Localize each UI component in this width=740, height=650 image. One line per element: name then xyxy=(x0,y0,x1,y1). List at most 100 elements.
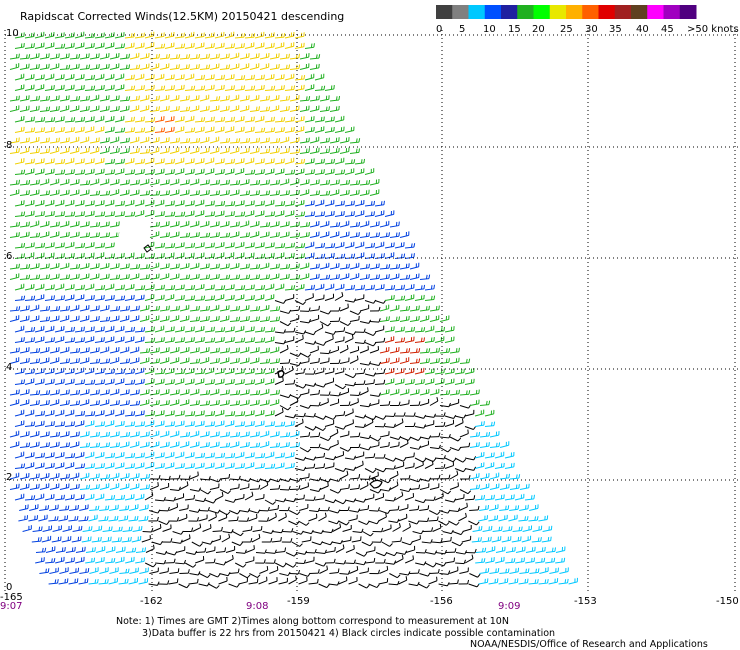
wind-barb xyxy=(294,253,305,259)
wind-barb xyxy=(149,347,160,354)
wind-barb xyxy=(341,536,352,543)
wind-barb xyxy=(19,190,30,196)
wind-barb xyxy=(134,158,145,165)
wind-barb xyxy=(9,53,20,60)
wind-barb xyxy=(29,400,40,406)
wind-barb xyxy=(284,200,295,207)
wind-barb xyxy=(269,273,280,280)
wind-barb xyxy=(164,410,175,417)
wind-barb xyxy=(224,158,235,165)
wind-barb xyxy=(224,43,235,49)
wind-barb xyxy=(189,64,200,70)
wind-barb xyxy=(189,358,201,364)
wind-barb xyxy=(135,557,145,564)
wind-barb xyxy=(239,220,250,228)
wind-barb xyxy=(284,420,295,427)
wind-barb xyxy=(19,231,30,238)
wind-barb xyxy=(358,583,370,589)
wind-barb xyxy=(254,84,265,91)
wind-barb xyxy=(194,295,206,301)
wind-barb xyxy=(174,252,185,259)
wind-barb xyxy=(331,539,343,545)
wind-barb xyxy=(124,336,135,343)
wind-barb xyxy=(299,388,310,396)
wind-barb xyxy=(409,569,420,574)
wind-barb xyxy=(169,221,180,228)
wind-barb xyxy=(154,284,165,291)
wind-barb xyxy=(259,274,270,280)
wind-barb xyxy=(249,399,260,406)
wind-barb xyxy=(164,462,175,469)
wind-barb xyxy=(359,481,369,490)
wind-barb xyxy=(122,526,133,532)
wind-barb xyxy=(339,470,349,480)
wind-barb xyxy=(14,295,26,301)
wind-barb xyxy=(304,340,317,345)
wind-barb xyxy=(28,515,38,522)
wind-barb xyxy=(389,357,400,364)
wind-barb xyxy=(509,567,520,574)
wind-barb xyxy=(94,410,105,417)
wind-barb xyxy=(329,392,341,397)
wind-barb xyxy=(264,127,276,133)
wind-barb xyxy=(59,274,71,280)
wind-barb xyxy=(499,473,510,480)
wind-barb xyxy=(389,263,401,270)
wind-barb xyxy=(138,578,149,585)
wind-barb xyxy=(374,299,387,304)
wind-barb xyxy=(79,431,90,438)
x-tick-156: -156 xyxy=(430,596,453,607)
wind-barb xyxy=(429,474,441,480)
wind-barb xyxy=(404,378,415,385)
wind-barb xyxy=(259,481,269,490)
wind-barb xyxy=(44,211,55,217)
wind-barb xyxy=(399,231,410,238)
wind-barb xyxy=(129,305,140,312)
wind-barb xyxy=(479,483,490,490)
wind-barb xyxy=(64,409,75,417)
wind-barb xyxy=(44,242,55,249)
wind-barb xyxy=(204,295,216,301)
wind-barb xyxy=(199,220,210,228)
wind-barb xyxy=(59,473,70,480)
wind-barb xyxy=(54,462,65,469)
wind-barb xyxy=(279,263,291,270)
wind-barb xyxy=(359,232,370,238)
wind-barb xyxy=(79,95,90,102)
wind-barb xyxy=(379,304,390,312)
wind-barb xyxy=(59,305,70,312)
wind-barb xyxy=(258,576,268,585)
wind-barb xyxy=(159,179,170,186)
wind-barb xyxy=(164,337,175,343)
wind-barb xyxy=(159,273,170,280)
wind-barb xyxy=(209,431,220,438)
wind-barb xyxy=(204,116,215,123)
wind-barb xyxy=(359,434,372,440)
wind-barb xyxy=(374,415,387,420)
wind-barb xyxy=(209,509,221,514)
wind-barb xyxy=(399,357,410,364)
wind-barb xyxy=(99,147,110,154)
wind-barb xyxy=(149,137,160,144)
wind-barb xyxy=(209,190,221,196)
wind-barb xyxy=(44,452,55,459)
wind-barb xyxy=(219,474,231,480)
wind-barb xyxy=(244,410,255,417)
wind-barb xyxy=(54,283,65,291)
wind-barb xyxy=(114,295,126,301)
wind-barb xyxy=(269,431,280,438)
wind-map: Rapidscat Corrected Winds(12.5KM) 201504… xyxy=(0,5,740,650)
wind-barb xyxy=(85,547,96,553)
wind-barb xyxy=(29,358,41,364)
wind-barb xyxy=(224,420,235,427)
wind-barb xyxy=(144,462,155,469)
wind-barb xyxy=(285,552,298,557)
wind-barb xyxy=(144,157,155,165)
wind-barb xyxy=(34,74,45,81)
wind-barb xyxy=(269,221,280,228)
wind-barb xyxy=(29,179,40,186)
wind-barb xyxy=(154,420,165,427)
wind-barb xyxy=(199,489,212,495)
wind-barb xyxy=(274,201,286,207)
wind-barb xyxy=(125,556,135,564)
